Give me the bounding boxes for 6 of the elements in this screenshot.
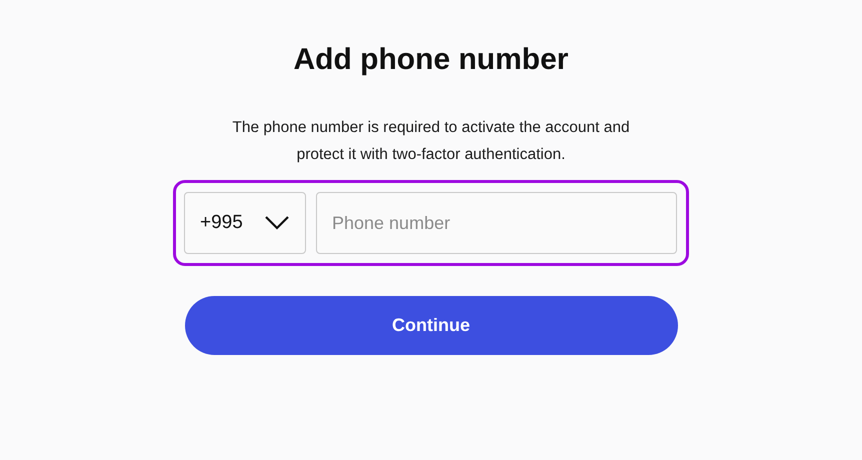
chevron-down-icon bbox=[265, 216, 289, 230]
continue-button[interactable]: Continue bbox=[184, 296, 678, 355]
description-text: The phone number is required to activate the account and protect it with two-factor authentication. bbox=[231, 118, 631, 165]
country-code-select[interactable]: +995 bbox=[184, 192, 306, 254]
page-title: Add phone number bbox=[294, 42, 568, 78]
phone-number-field[interactable]: Phone number bbox=[316, 192, 677, 254]
